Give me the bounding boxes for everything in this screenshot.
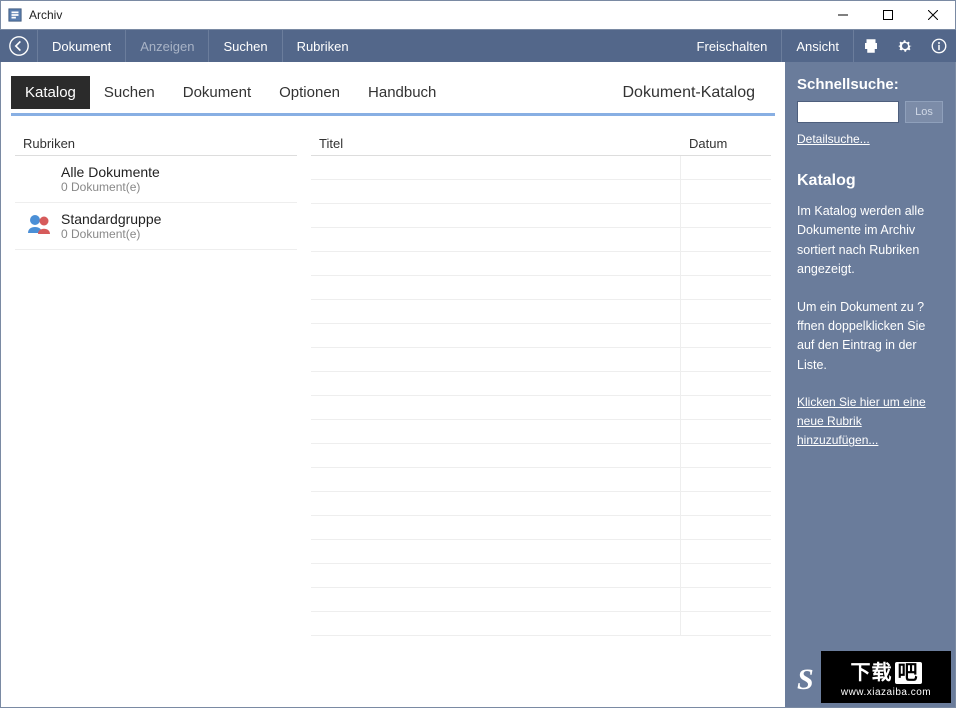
table-row[interactable] xyxy=(311,180,771,204)
rubrik-item-standardgruppe[interactable]: Standardgruppe 0 Dokument(e) xyxy=(15,203,297,250)
tab-underline xyxy=(11,113,775,116)
column-header-datum[interactable]: Datum xyxy=(681,132,771,155)
tab-optionen[interactable]: Optionen xyxy=(265,76,354,109)
titlebar: Archiv xyxy=(0,0,956,30)
sidebar-help-text-1: Im Katalog werden alle Dokumente im Arch… xyxy=(797,202,943,280)
table-row[interactable] xyxy=(311,276,771,300)
table-row[interactable] xyxy=(311,324,771,348)
quicksearch-go-button[interactable]: Los xyxy=(905,101,943,123)
rubrik-count: 0 Dokument(e) xyxy=(61,180,160,194)
watermark: 下载吧 www.xiazaiba.com xyxy=(821,651,951,703)
tab-suchen[interactable]: Suchen xyxy=(90,76,169,109)
rubrik-icon-blank xyxy=(19,164,61,166)
app-icon xyxy=(7,7,23,23)
window-title: Archiv xyxy=(29,8,820,22)
table-row[interactable] xyxy=(311,348,771,372)
table-row[interactable] xyxy=(311,612,771,636)
back-button[interactable] xyxy=(0,30,38,62)
toolbar-item-rubriken[interactable]: Rubriken xyxy=(283,30,363,62)
table-row[interactable] xyxy=(311,204,771,228)
watermark-text-left: 下载 xyxy=(851,662,893,684)
add-rubrik-link[interactable]: Klicken Sie hier um eine neue Rubrik hin… xyxy=(797,393,943,451)
minimize-button[interactable] xyxy=(820,1,865,29)
rubriken-panel: Rubriken Alle Dokumente 0 Dokument(e) xyxy=(1,132,311,707)
toolbar-item-dokument[interactable]: Dokument xyxy=(38,30,125,62)
tab-dokument[interactable]: Dokument xyxy=(169,76,265,109)
main-toolbar: Dokument Anzeigen Suchen Rubriken Freisc… xyxy=(0,30,956,62)
rubrik-name: Standardgruppe xyxy=(61,211,161,227)
document-list-body xyxy=(311,156,771,636)
table-row[interactable] xyxy=(311,372,771,396)
group-icon xyxy=(19,211,61,235)
table-row[interactable] xyxy=(311,420,771,444)
tabs: Katalog Suchen Dokument Optionen Handbuc… xyxy=(11,76,450,109)
gear-icon[interactable] xyxy=(888,30,922,62)
table-row[interactable] xyxy=(311,516,771,540)
rubriken-header: Rubriken xyxy=(15,132,297,156)
page-title: Dokument-Katalog xyxy=(622,84,775,102)
toolbar-item-anzeigen: Anzeigen xyxy=(126,30,208,62)
document-list-header: Titel Datum xyxy=(311,132,771,156)
table-row[interactable] xyxy=(311,492,771,516)
column-header-titel[interactable]: Titel xyxy=(311,132,681,155)
rubrik-name: Alle Dokumente xyxy=(61,164,160,180)
tab-katalog[interactable]: Katalog xyxy=(11,76,90,109)
table-row[interactable] xyxy=(311,588,771,612)
table-row[interactable] xyxy=(311,156,771,180)
toolbar-item-freischalten[interactable]: Freischalten xyxy=(683,30,782,62)
info-icon[interactable] xyxy=(922,30,956,62)
watermark-text-right: 吧 xyxy=(895,662,922,684)
maximize-button[interactable] xyxy=(865,1,910,29)
detailsearch-link[interactable]: Detailsuche... xyxy=(797,132,870,146)
print-icon[interactable] xyxy=(854,30,888,62)
table-row[interactable] xyxy=(311,564,771,588)
quicksearch-title: Schnellsuche: xyxy=(797,76,943,93)
window-controls xyxy=(820,1,955,29)
table-row[interactable] xyxy=(311,300,771,324)
table-row[interactable] xyxy=(311,228,771,252)
table-row[interactable] xyxy=(311,444,771,468)
close-button[interactable] xyxy=(910,1,955,29)
rubrik-count: 0 Dokument(e) xyxy=(61,227,161,241)
sidebar: Schnellsuche: Los Detailsuche... Katalog… xyxy=(785,62,955,707)
decor-s-letter: S xyxy=(797,663,814,697)
main-content: Katalog Suchen Dokument Optionen Handbuc… xyxy=(1,62,785,707)
toolbar-item-ansicht[interactable]: Ansicht xyxy=(782,30,853,62)
table-row[interactable] xyxy=(311,540,771,564)
watermark-url: www.xiazaiba.com xyxy=(841,687,931,698)
sidebar-help-text-2: Um ein Dokument zu ?ffnen doppelklicken … xyxy=(797,298,943,376)
sidebar-section-title: Katalog xyxy=(797,172,943,190)
tab-handbuch[interactable]: Handbuch xyxy=(354,76,450,109)
document-list-panel: Titel Datum xyxy=(311,132,785,707)
table-row[interactable] xyxy=(311,396,771,420)
toolbar-item-suchen[interactable]: Suchen xyxy=(209,30,281,62)
rubrik-item-alle-dokumente[interactable]: Alle Dokumente 0 Dokument(e) xyxy=(15,156,297,203)
quicksearch-input[interactable] xyxy=(797,101,899,123)
table-row[interactable] xyxy=(311,468,771,492)
table-row[interactable] xyxy=(311,252,771,276)
